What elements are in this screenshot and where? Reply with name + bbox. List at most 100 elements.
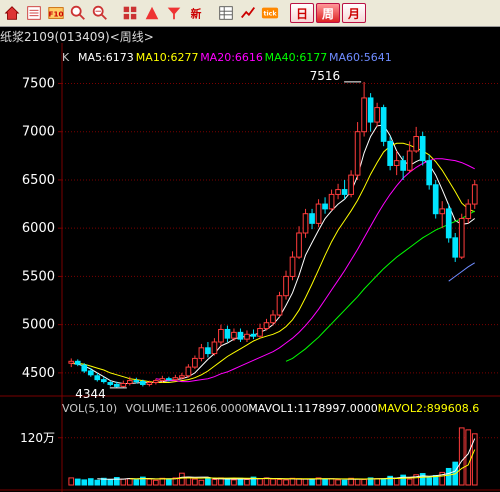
volume-bar [166, 478, 172, 486]
zoom-in-button[interactable] [68, 3, 88, 23]
volume-bar [126, 478, 133, 486]
indicator-icon [145, 6, 159, 20]
table-button[interactable] [216, 3, 236, 23]
volume-bar [400, 474, 407, 486]
stock-list-icon [27, 6, 41, 20]
candle [231, 328, 237, 342]
price-tick-label: 6000 [22, 221, 55, 236]
volume-bar [270, 478, 276, 486]
period-button-1[interactable]: 周 [316, 3, 340, 23]
candle [172, 374, 179, 381]
ma-legend-item: MA5:6173 [78, 51, 134, 64]
candle-body [257, 328, 263, 337]
volume-bar [458, 427, 465, 486]
candle-body [146, 382, 153, 385]
candle [153, 378, 159, 385]
period-button-2[interactable]: 月 [342, 3, 366, 23]
volume-bar [179, 472, 185, 486]
chart-area[interactable]: 4500 5000 5500 6000 6500 7000 7500 K MA5:6173 MA1… [0, 27, 500, 492]
new-button[interactable]: 新 [186, 3, 206, 23]
home-button[interactable] [2, 3, 22, 23]
volume-legend-item: VOL(5,10) [62, 402, 117, 415]
volume-tick-label: 120万 [20, 431, 55, 445]
candle-body [432, 184, 439, 215]
candle [419, 131, 426, 166]
candle [192, 355, 198, 370]
volume-bar [94, 479, 101, 486]
trend-icon [241, 7, 256, 19]
ma-line-ma5 [71, 124, 476, 384]
volume-bar [380, 478, 387, 486]
home-icon [4, 6, 20, 20]
candle-body [439, 208, 446, 215]
candle-body [283, 275, 289, 297]
tick-icon: tick [261, 7, 279, 19]
candle-body [387, 140, 393, 166]
svg-text:新: 新 [191, 8, 202, 21]
f10-button[interactable]: F10 [46, 3, 66, 23]
ma-line-ma60 [448, 262, 475, 282]
filter-button[interactable] [164, 3, 184, 23]
ma-legend-item: MA40:6177 [265, 51, 328, 64]
toolbar-separator [112, 3, 118, 23]
candle [185, 364, 192, 378]
candle-body [107, 382, 114, 385]
volume-bar [322, 478, 328, 486]
period-button-0[interactable]: 日 [290, 3, 314, 23]
candle-body [315, 203, 322, 224]
candle [81, 363, 88, 373]
toolbar: F10 新 tick 日周月 [0, 0, 500, 27]
ma-legend-item: MA10:6277 [136, 51, 199, 64]
candle-body [400, 160, 407, 171]
candle-body [348, 174, 354, 195]
indicator-button[interactable] [142, 3, 162, 23]
candle-body [302, 213, 309, 234]
candle-body [335, 189, 341, 195]
volume-bar [328, 478, 335, 486]
candle [380, 104, 387, 147]
candle-body [393, 160, 400, 166]
candle-body [179, 375, 185, 379]
candle-body [218, 328, 224, 343]
price-tick-label: 5500 [22, 269, 55, 284]
volume-bar [133, 479, 140, 486]
table-icon [219, 6, 233, 20]
volume-bar [465, 429, 472, 486]
trend-button[interactable] [238, 3, 258, 23]
stock-list-button[interactable] [24, 3, 44, 23]
volume-bar [309, 478, 315, 486]
candle-body [166, 378, 172, 381]
candle [224, 325, 231, 343]
candle-body [133, 380, 140, 383]
candle-body [458, 218, 465, 258]
candle [87, 368, 94, 377]
candle-body [87, 370, 94, 376]
candle [348, 170, 354, 198]
candle [302, 208, 309, 238]
filter-icon [167, 7, 181, 20]
volume-bar [419, 473, 426, 486]
layout-icon [123, 6, 137, 20]
tick-button[interactable]: tick [260, 3, 280, 23]
volume-bar [335, 479, 341, 486]
layout-button[interactable] [120, 3, 140, 23]
candle-body [426, 160, 433, 186]
candle-body [81, 364, 88, 372]
volume-bar [406, 478, 413, 486]
price-tick-label: 7500 [22, 76, 55, 91]
candle [432, 179, 439, 219]
zoom-out-button[interactable] [90, 3, 110, 23]
candle [328, 189, 335, 211]
candle [120, 380, 127, 388]
candle-body [231, 331, 237, 339]
volume-bar [224, 478, 231, 486]
candle [276, 291, 283, 317]
volume-bar [68, 477, 75, 486]
price-tick-label: 5000 [22, 318, 55, 333]
volume-bar [354, 478, 361, 486]
volume-bar [198, 479, 205, 486]
volume-bar [257, 478, 263, 486]
candle [257, 323, 263, 339]
candle [289, 251, 296, 281]
candle [471, 179, 478, 209]
